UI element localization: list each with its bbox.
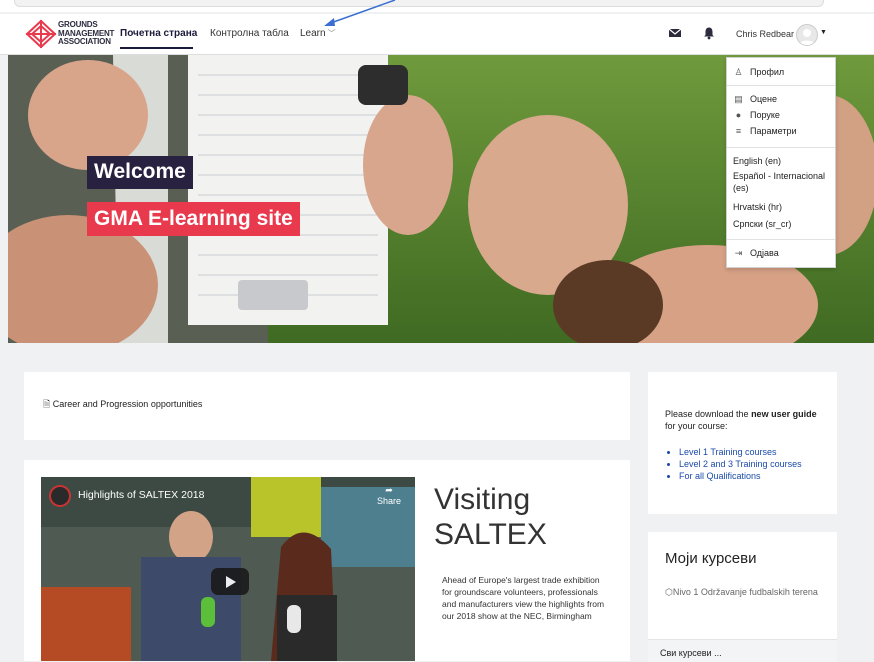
menu-profile-label: Профил — [750, 67, 785, 77]
logo-emblem-icon — [25, 19, 57, 49]
chevron-down-icon: ﹀ — [327, 29, 336, 38]
grades-icon: ▤ — [734, 94, 743, 104]
document-icon: 🗎 — [43, 399, 51, 409]
browser-top-strip — [0, 0, 874, 12]
sliders-icon: ≡ — [735, 126, 742, 136]
user-menu-dropdown: ♙ Профил ▤ Оцене ● Поруке ≡ Параметри Englis… — [726, 57, 836, 268]
share-label: Share — [377, 496, 402, 506]
video-player[interactable]: Highlights of SALTEX 2018 ➦ Share — [41, 477, 415, 661]
visiting-title: Visiting SALTEX — [434, 483, 547, 551]
my-courses-block: Моји курсеви ⬡Nivo 1 Održavanje fudbalsk… — [648, 532, 837, 662]
video-title[interactable]: Highlights of SALTEX 2018 — [78, 489, 204, 501]
saltex-card: Highlights of SALTEX 2018 ➦ Share Visiti… — [24, 460, 630, 661]
guide-links-list: Level 1 Training courses Level 2 and 3 T… — [665, 446, 802, 482]
menu-item-grades[interactable]: ▤ Оцене — [733, 94, 777, 105]
navbar: GROUNDS MANAGEMENT ASSOCIATION Почетна с… — [0, 14, 874, 55]
menu-item-messages[interactable]: ● Поруке — [733, 110, 780, 120]
course-item-label: Nivo 1 Održavanje fudbalskih terena — [672, 587, 818, 597]
user-avatar[interactable] — [796, 24, 818, 46]
career-link-label: Career and Progression opportunities — [52, 399, 203, 409]
course-box-icon: ⬡ — [665, 587, 673, 597]
menu-lang-sr[interactable]: Српски (sr_cr) — [733, 219, 831, 231]
chat-bubble-icon: ● — [735, 110, 742, 120]
annotation-arrow-icon — [324, 0, 396, 26]
top-bar-pill — [14, 0, 824, 7]
user-guide-text: Please download the new user guide for y… — [665, 408, 825, 432]
user-name[interactable]: Chris Redbear — [736, 29, 794, 39]
share-arrow-icon: ➦ — [385, 485, 393, 495]
all-courses-link[interactable]: Сви курсеви ... — [660, 648, 722, 658]
user-guide-card: Please download the new user guide for y… — [648, 372, 837, 514]
career-link[interactable]: 🗎 Career and Progression opportunities — [43, 397, 202, 413]
visiting-body: Ahead of Europe's largest trade exhibiti… — [442, 575, 605, 621]
menu-lang-es[interactable]: Español - Internacional (es) — [733, 171, 831, 194]
guide-prefix: Please download the — [665, 409, 752, 419]
logo-line-3: ASSOCIATION — [58, 37, 111, 46]
menu-divider — [727, 239, 835, 240]
menu-divider — [727, 85, 835, 86]
menu-grades-label: Оцене — [750, 94, 778, 104]
nav-home-link[interactable]: Почетна страна — [120, 28, 197, 39]
channel-logo-icon[interactable] — [49, 485, 71, 507]
menu-lang-hr[interactable]: Hrvatski (hr) — [733, 202, 831, 214]
guide-link-level23[interactable]: Level 2 and 3 Training courses — [679, 458, 802, 470]
my-courses-footer: Сви курсеви ... — [648, 639, 837, 662]
guide-suffix: for your course: — [665, 421, 728, 431]
menu-lang-en[interactable]: English (en) — [733, 156, 831, 168]
site-logo[interactable]: GROUNDS MANAGEMENT ASSOCIATION — [24, 19, 114, 49]
guide-bold: new user guide — [751, 409, 817, 419]
menu-logout-label: Одјава — [750, 248, 779, 258]
logo-text: GROUNDS MANAGEMENT ASSOCIATION — [58, 20, 114, 47]
default-avatar-icon — [799, 29, 815, 45]
guide-link-level1[interactable]: Level 1 Training courses — [679, 446, 802, 458]
hero-welcome-text: Welcome — [87, 156, 193, 189]
menu-item-profile[interactable]: ♙ Профил — [733, 67, 784, 78]
menu-divider — [727, 147, 835, 148]
caret-down-icon[interactable]: ▼ — [820, 29, 827, 36]
nav-home-active-indicator — [120, 47, 193, 49]
envelope-icon[interactable] — [668, 26, 682, 40]
user-icon: ♙ — [734, 67, 743, 77]
bell-icon[interactable] — [702, 26, 716, 40]
share-button[interactable]: ➦ Share — [377, 485, 401, 506]
menu-item-logout[interactable]: ⇥ Одјава — [733, 248, 779, 259]
hero-site-name: GMA E-learning site — [87, 202, 300, 236]
menu-messages-label: Поруке — [750, 110, 780, 120]
course-item[interactable]: ⬡Nivo 1 Održavanje fudbalskih terena — [665, 586, 825, 599]
menu-item-preferences[interactable]: ≡ Параметри — [733, 126, 797, 136]
sign-out-icon: ⇥ — [734, 248, 743, 258]
menu-preferences-label: Параметри — [750, 126, 797, 136]
nav-dashboard-link[interactable]: Контролна табла — [210, 28, 289, 39]
play-button[interactable] — [211, 568, 249, 595]
career-card: 🗎 Career and Progression opportunities — [24, 372, 630, 440]
my-courses-title: Моји курсеви — [665, 550, 757, 567]
guide-link-all-qualifications[interactable]: For all Qualifications — [679, 470, 802, 482]
